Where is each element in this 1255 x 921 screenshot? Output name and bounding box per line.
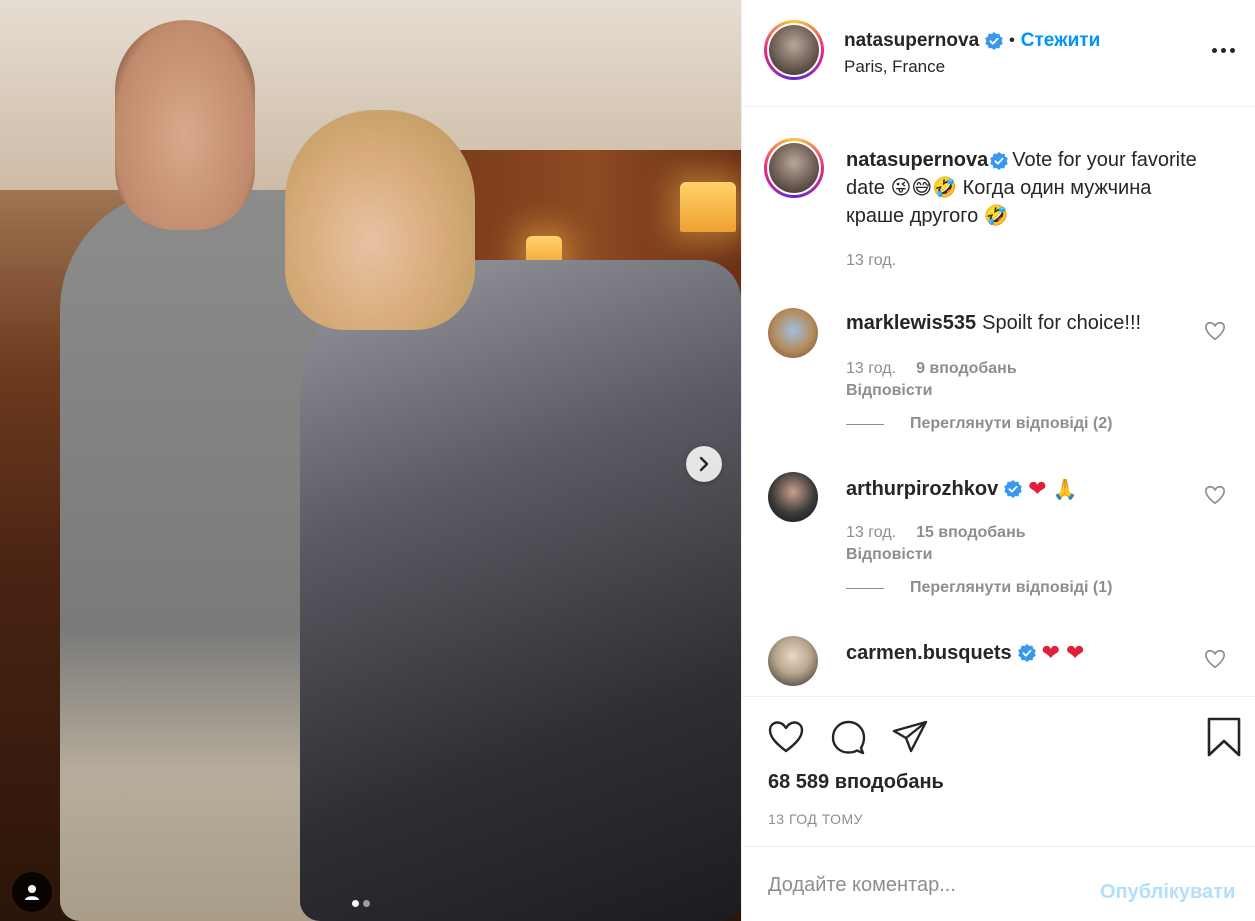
comment-row: marklewis535 Spoilt for choice!!!: [846, 312, 1141, 335]
heart-icon[interactable]: [766, 717, 806, 757]
separator-dot: •: [1009, 32, 1015, 49]
praying-hands-emoji: 🙏: [1052, 477, 1078, 501]
comment-composer: Опублікувати: [742, 846, 1255, 921]
author-username[interactable]: natasupernova: [844, 30, 979, 52]
reply-button[interactable]: Відповісти: [846, 546, 932, 564]
photo-person-left-head: [115, 20, 255, 230]
comment-time[interactable]: 13 год.: [846, 524, 896, 542]
share-icon[interactable]: [890, 717, 930, 757]
comment-username[interactable]: carmen.busquets: [846, 642, 1012, 665]
comment-username[interactable]: arthurpirozhkov: [846, 478, 998, 501]
comments-list[interactable]: natasupernova Vote for your favorite date…: [742, 108, 1255, 694]
verified-badge-icon: [990, 151, 1009, 170]
photo-wall-lamp: [680, 182, 736, 232]
red-heart-emoji-icon: ❤: [1028, 476, 1047, 501]
author-avatar[interactable]: [764, 20, 824, 80]
red-heart-emoji-icon: ❤: [1041, 640, 1061, 665]
more-options-icon[interactable]: [1212, 40, 1242, 60]
next-slide-button[interactable]: [686, 446, 722, 482]
author-username-row: natasupernova • Стежити: [844, 30, 1100, 52]
comment-icon[interactable]: [828, 717, 868, 757]
verified-badge-icon: [985, 32, 1003, 50]
comment-avatar[interactable]: [768, 308, 818, 358]
comment-like-heart-icon[interactable]: [1204, 320, 1226, 342]
verified-badge-icon: [1004, 480, 1023, 498]
bookmark-icon[interactable]: [1204, 717, 1244, 757]
comment-row: carmen.busquets ❤ ❤: [846, 640, 1084, 666]
photo-person-right-head: [285, 110, 475, 330]
view-replies-button[interactable]: Переглянути відповіді (2): [846, 415, 1112, 433]
post-photo[interactable]: [0, 0, 741, 921]
verified-badge-icon: [1017, 644, 1036, 662]
publish-button[interactable]: Опублікувати: [1100, 881, 1235, 904]
view-replies-label: Переглянути відповіді (1): [910, 579, 1113, 596]
comment-row: arthurpirozhkov ❤ 🙏: [846, 476, 1078, 502]
comment-like-heart-icon[interactable]: [1204, 648, 1226, 670]
post-header: natasupernova • Стежити Paris, France: [742, 0, 1255, 107]
comment-likes[interactable]: 15 вподобань: [916, 524, 1026, 542]
comment-like-heart-icon[interactable]: [1204, 484, 1226, 506]
caption-author-avatar[interactable]: [764, 138, 824, 198]
user-tag-button[interactable]: [12, 872, 52, 912]
comment-meta: 13 год. 9 вподобань: [846, 360, 1017, 378]
caption-time[interactable]: 13 год.: [846, 252, 896, 270]
comment-avatar[interactable]: [768, 636, 818, 686]
photo-person-right: [300, 260, 741, 921]
comment-avatar[interactable]: [768, 472, 818, 522]
post-caption: natasupernova Vote for your favorite date…: [846, 146, 1206, 230]
comment-likes[interactable]: 9 вподобань: [916, 360, 1017, 378]
post-side-panel: natasupernova • Стежити Paris, France na…: [741, 0, 1255, 921]
likes-count[interactable]: 68 589 вподобань: [768, 771, 944, 794]
post-actions: 68 589 вподобань 13 ГОД ТОМУ: [742, 696, 1255, 846]
reply-button[interactable]: Відповісти: [846, 382, 932, 400]
carousel-dots: [352, 900, 370, 907]
comment-username[interactable]: marklewis535: [846, 312, 976, 335]
post-location[interactable]: Paris, France: [844, 57, 945, 77]
red-heart-emoji-icon: ❤: [1066, 640, 1085, 665]
comment-meta: 13 год. 15 вподобань: [846, 524, 1026, 542]
comment-input[interactable]: [768, 871, 1088, 899]
chevron-right-icon: [699, 456, 709, 472]
comment-text: Spoilt for choice!!!: [982, 312, 1142, 334]
comment-time[interactable]: 13 год.: [846, 360, 896, 378]
carousel-dot: [363, 900, 370, 907]
user-tag-icon: [25, 885, 39, 900]
view-replies-label: Переглянути відповіді (2): [910, 415, 1113, 432]
carousel-dot-active: [352, 900, 359, 907]
caption-username[interactable]: natasupernova: [846, 149, 988, 171]
view-replies-button[interactable]: Переглянути відповіді (1): [846, 579, 1112, 597]
post-timestamp[interactable]: 13 ГОД ТОМУ: [768, 811, 863, 827]
follow-button[interactable]: Стежити: [1021, 30, 1100, 52]
